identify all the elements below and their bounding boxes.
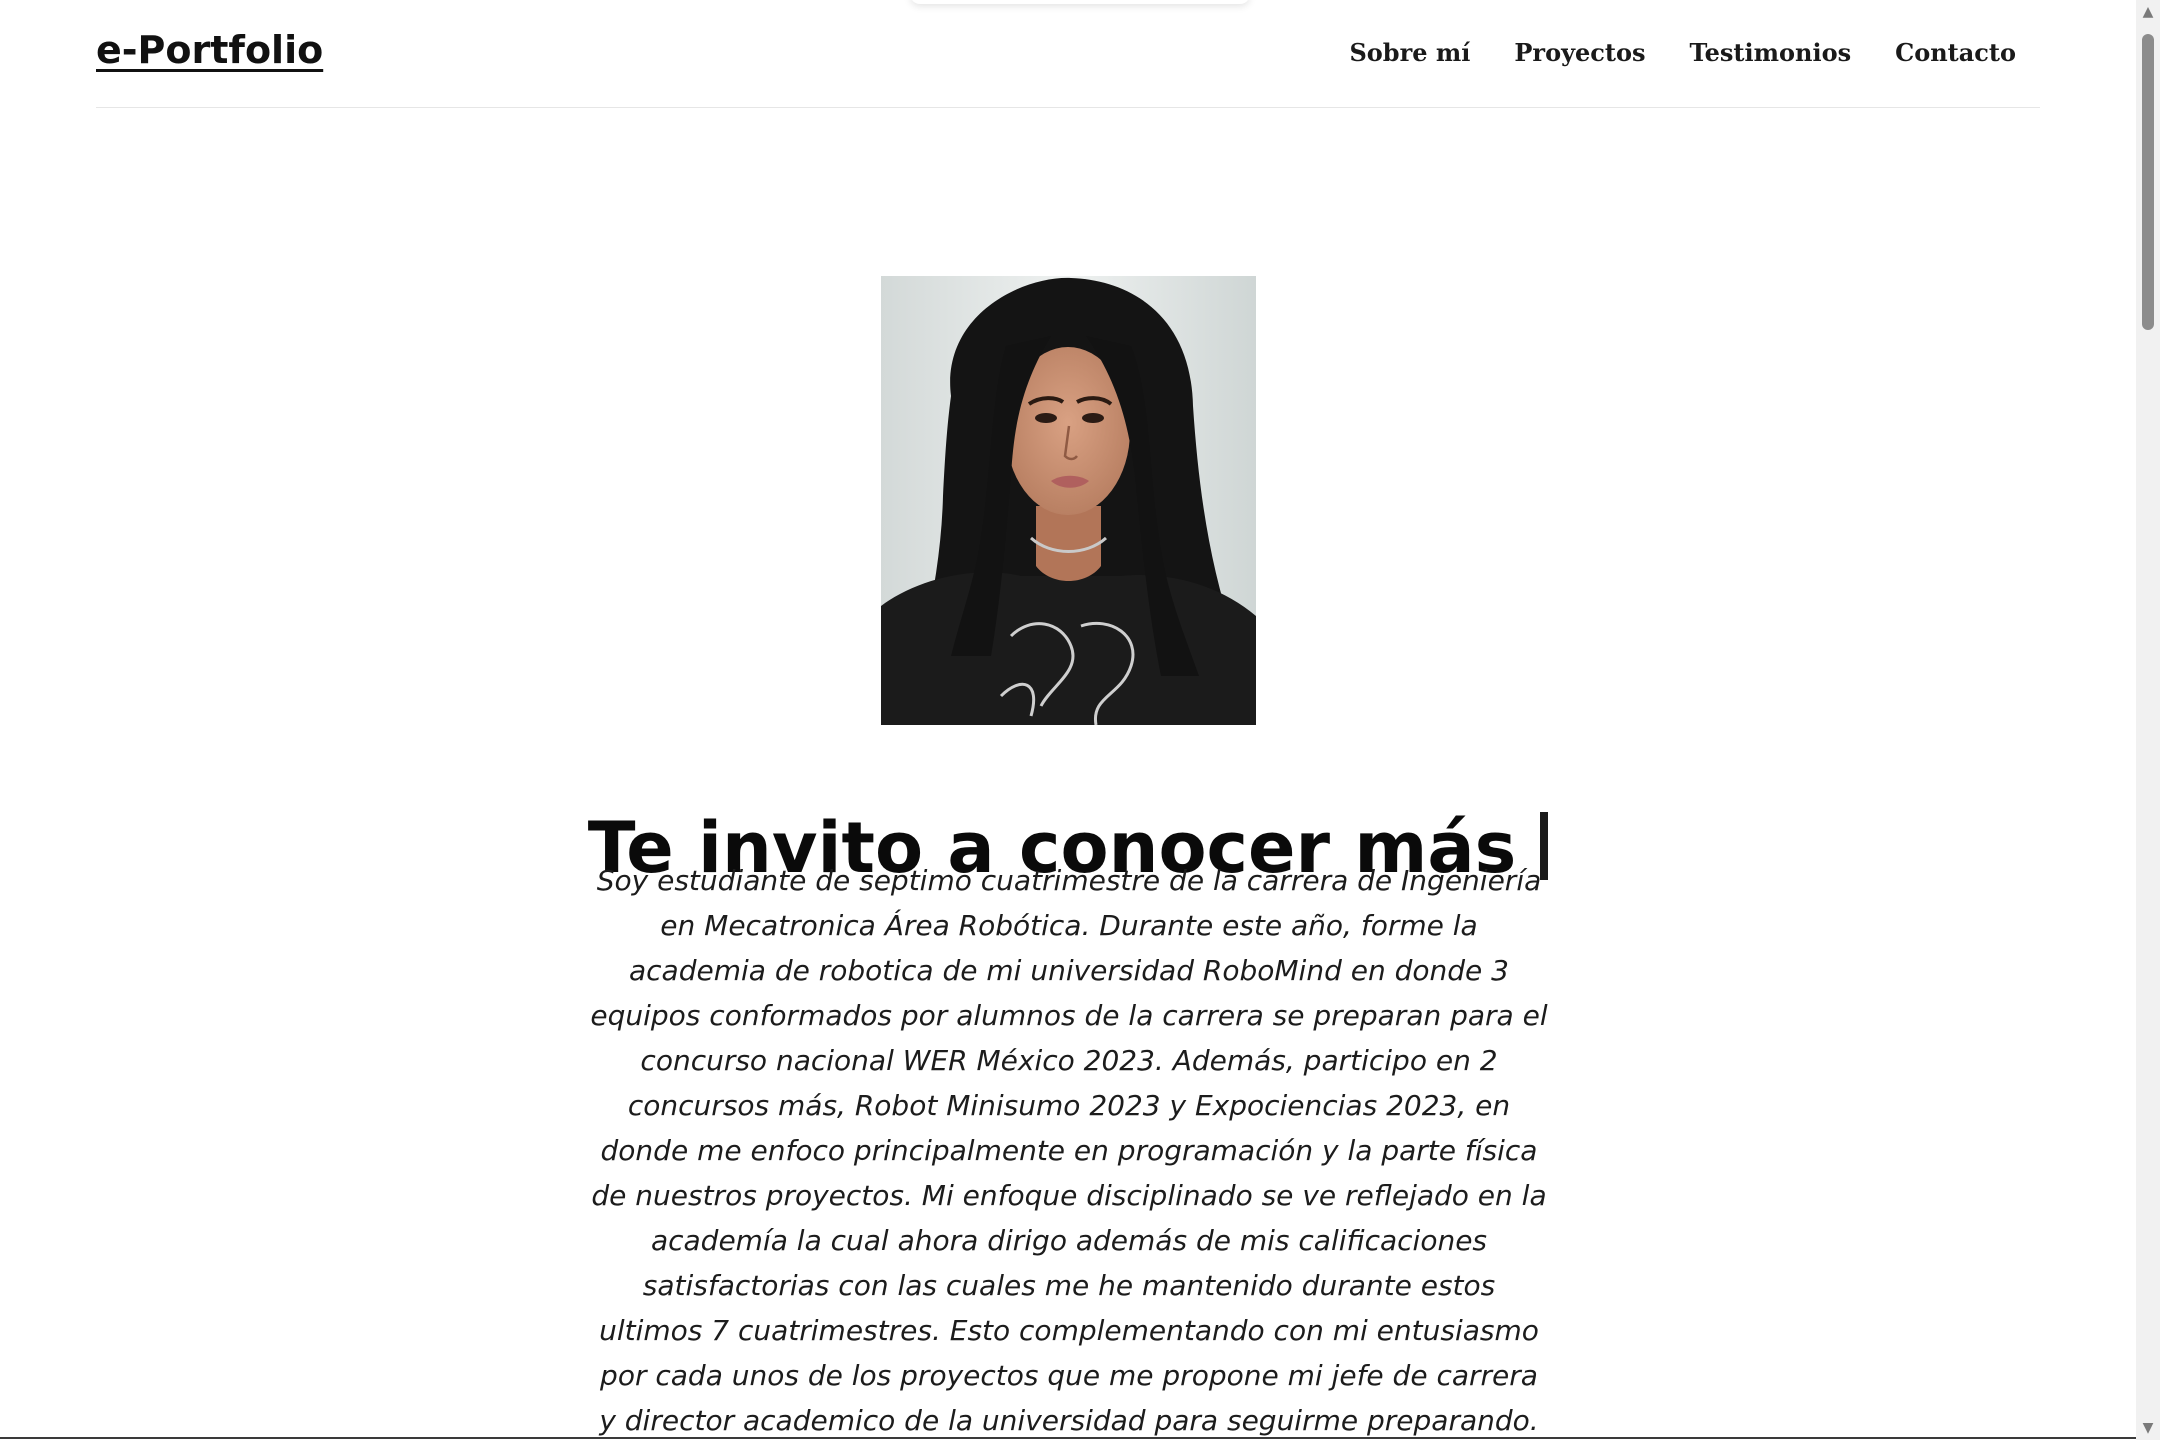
nav-link-testimonios[interactable]: Testimonios (1690, 38, 1852, 67)
scroll-thumb[interactable] (2142, 34, 2154, 330)
scroll-up-arrow-icon[interactable]: ▲ (2136, 0, 2160, 24)
window-bottom-edge (0, 1437, 2136, 1439)
hero-bio: Soy estudiante de septimo cuatrimestre d… (590, 864, 1548, 1437)
nav-link-contacto[interactable]: Contacto (1895, 38, 2016, 67)
browser-viewport: e-Portfolio Sobre mí Proyectos Testimoni… (0, 0, 2160, 1440)
brand-link[interactable]: e-Portfolio (96, 28, 323, 72)
vertical-scrollbar[interactable]: ▲ ▼ (2136, 0, 2160, 1440)
profile-photo (881, 276, 1256, 725)
main-nav: Sobre mí Proyectos Testimonios Contacto (1349, 38, 2016, 67)
scroll-down-arrow-icon[interactable]: ▼ (2136, 1416, 2160, 1440)
nav-link-sobre-mi[interactable]: Sobre mí (1349, 38, 1470, 67)
nav-link-proyectos[interactable]: Proyectos (1514, 38, 1645, 67)
profile-photo-illustration (881, 276, 1256, 725)
site-header: e-Portfolio Sobre mí Proyectos Testimoni… (96, 0, 2040, 108)
page: e-Portfolio Sobre mí Proyectos Testimoni… (0, 0, 2136, 1440)
